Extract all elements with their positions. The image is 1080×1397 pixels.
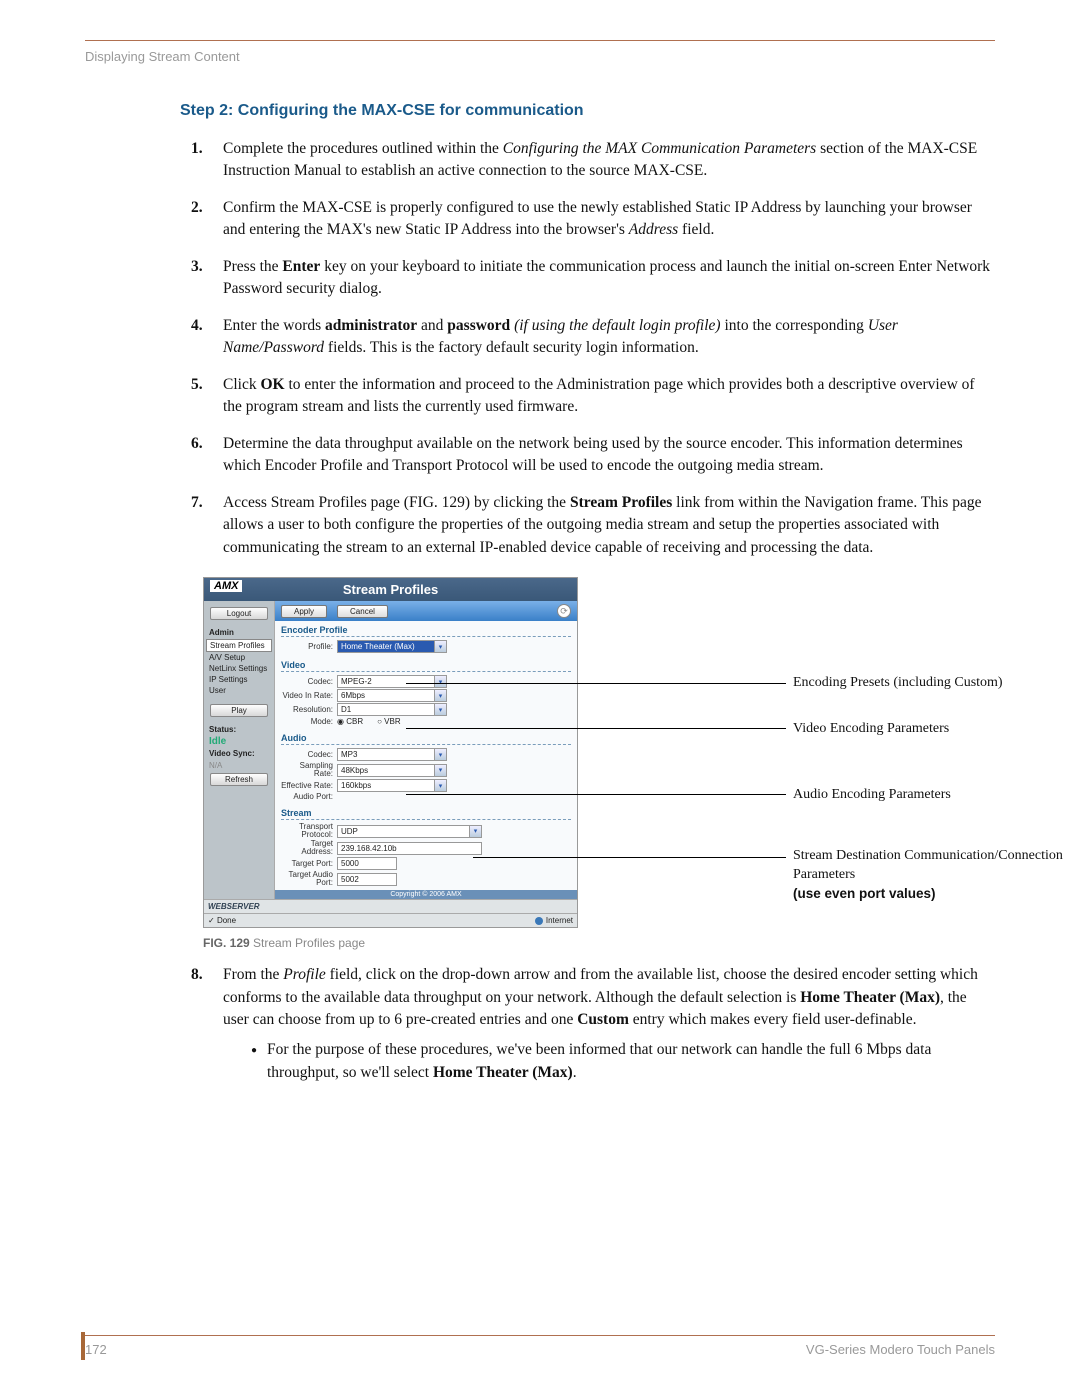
audio-port-label: Audio Port: [281,793,333,801]
chevron-down-icon[interactable]: ▾ [434,765,446,776]
doc-title: VG-Series Modero Touch Panels [806,1342,995,1357]
sidebar-stream-profiles[interactable]: Stream Profiles [206,639,272,652]
refresh-icon[interactable]: ⟳ [557,604,571,618]
mode-label: Mode: [281,718,333,726]
sampling-rate-label: Sampling Rate: [281,762,333,778]
callout-encoding-presets: Encoding Presets (including Custom) [793,674,1073,693]
step-6: Determine the data throughput available … [203,433,995,478]
codec-label: Codec: [281,678,333,686]
sidebar-av-setup[interactable]: A/V Setup [206,652,272,663]
target-audio-port-label: Target Audio Port: [281,871,333,887]
chevron-down-icon[interactable]: ▾ [434,641,446,652]
target-address-input[interactable]: 239.168.42.10b [337,842,482,855]
sampling-rate-select[interactable]: 48Kbps▾ [337,764,447,777]
screenshot-sidebar: Logout Admin Stream Profiles A/V Setup N… [204,601,274,899]
sidebar-netlinx[interactable]: NetLinx Settings [206,663,272,674]
step-4: Enter the words administrator and passwo… [203,315,995,360]
video-sync-label: Video Sync: [206,747,272,760]
profile-label: Profile: [281,643,333,651]
target-address-label: Target Address: [281,840,333,856]
logout-button[interactable]: Logout [210,607,268,620]
profile-select[interactable]: Home Theater (Max)▾ [337,640,447,653]
step-8-bullet: For the purpose of these procedures, we'… [251,1039,995,1084]
callout-stream-params: Stream Destination Communication/Connect… [793,847,1073,905]
audio-codec-label: Codec: [281,751,333,759]
page-number: 172 [85,1342,107,1357]
step-1: Complete the procedures outlined within … [203,138,995,183]
step-2: Confirm the MAX-CSE is properly configur… [203,197,995,242]
audio-title: Audio [281,733,571,745]
cancel-button[interactable]: Cancel [337,605,388,618]
internet-label: Internet [546,916,573,925]
play-button[interactable]: Play [210,704,268,717]
encoder-profile-title: Encoder Profile [281,625,571,637]
chevron-down-icon[interactable]: ▾ [469,826,481,837]
sidebar-user[interactable]: User [206,685,272,696]
step-8: From the Profile field, click on the dro… [203,964,995,1084]
transport-label: Transport Protocol: [281,823,333,839]
resolution-select[interactable]: D1▾ [337,703,447,716]
status-label: Status: [206,723,272,736]
step-5: Click OK to enter the information and pr… [203,374,995,419]
screenshot-header: AMX Stream Profiles [204,578,577,601]
target-port-label: Target Port: [281,860,333,868]
cbr-radio[interactable]: ◉ CBR [337,717,363,726]
copyright-footer: Copyright © 2006 AMX [275,890,577,899]
sidebar-ip-settings[interactable]: IP Settings [206,674,272,685]
figure-caption: FIG. 129 Stream Profiles page [203,936,963,950]
done-label: ✓ Done [208,916,236,925]
webserver-label: WEBSERVER [208,902,260,911]
globe-icon [535,917,543,925]
amx-logo: AMX [210,580,242,592]
chevron-down-icon[interactable]: ▾ [434,749,446,760]
audio-codec-select[interactable]: MP3▾ [337,748,447,761]
effective-rate-label: Effective Rate: [281,782,333,790]
video-codec-select[interactable]: MPEG-2▾ [337,675,447,688]
status-value: Idle [206,736,272,747]
video-rate-select[interactable]: 6Mbps▾ [337,689,447,702]
figure-129: AMX Stream Profiles Logout Admin Stream … [203,577,963,950]
stream-title: Stream [281,808,571,820]
running-header: Displaying Stream Content [85,49,995,64]
transport-select[interactable]: UDP▾ [337,825,482,838]
video-title: Video [281,660,571,672]
target-port-input[interactable]: 5000 [337,857,397,870]
step-7: Access Stream Profiles page (FIG. 129) b… [203,492,995,559]
page-footer: 172 VG-Series Modero Touch Panels [85,1335,995,1357]
chevron-down-icon[interactable]: ▾ [434,690,446,701]
stream-profiles-screenshot: AMX Stream Profiles Logout Admin Stream … [203,577,578,928]
refresh-button[interactable]: Refresh [210,773,268,786]
step-title: Step 2: Configuring the MAX-CSE for comm… [180,102,995,120]
resolution-label: Resolution: [281,706,333,714]
apply-button[interactable]: Apply [281,605,327,618]
chevron-down-icon[interactable]: ▾ [434,676,446,687]
vbr-radio[interactable]: ○ VBR [377,717,401,726]
effective-rate-select[interactable]: 160kbps▾ [337,779,447,792]
target-audio-port-input[interactable]: 5002 [337,873,397,886]
chevron-down-icon[interactable]: ▾ [434,704,446,715]
callout-video-params: Video Encoding Parameters [793,720,1073,739]
video-sync-value: N/A [206,760,272,771]
admin-header: Admin [206,626,272,639]
video-rate-label: Video In Rate: [281,692,333,700]
step-3: Press the Enter key on your keyboard to … [203,256,995,301]
chevron-down-icon[interactable]: ▾ [434,780,446,791]
toolbar: Apply Cancel ⟳ [275,601,577,621]
screenshot-title: Stream Profiles [343,582,438,597]
callout-audio-params: Audio Encoding Parameters [793,786,1073,805]
